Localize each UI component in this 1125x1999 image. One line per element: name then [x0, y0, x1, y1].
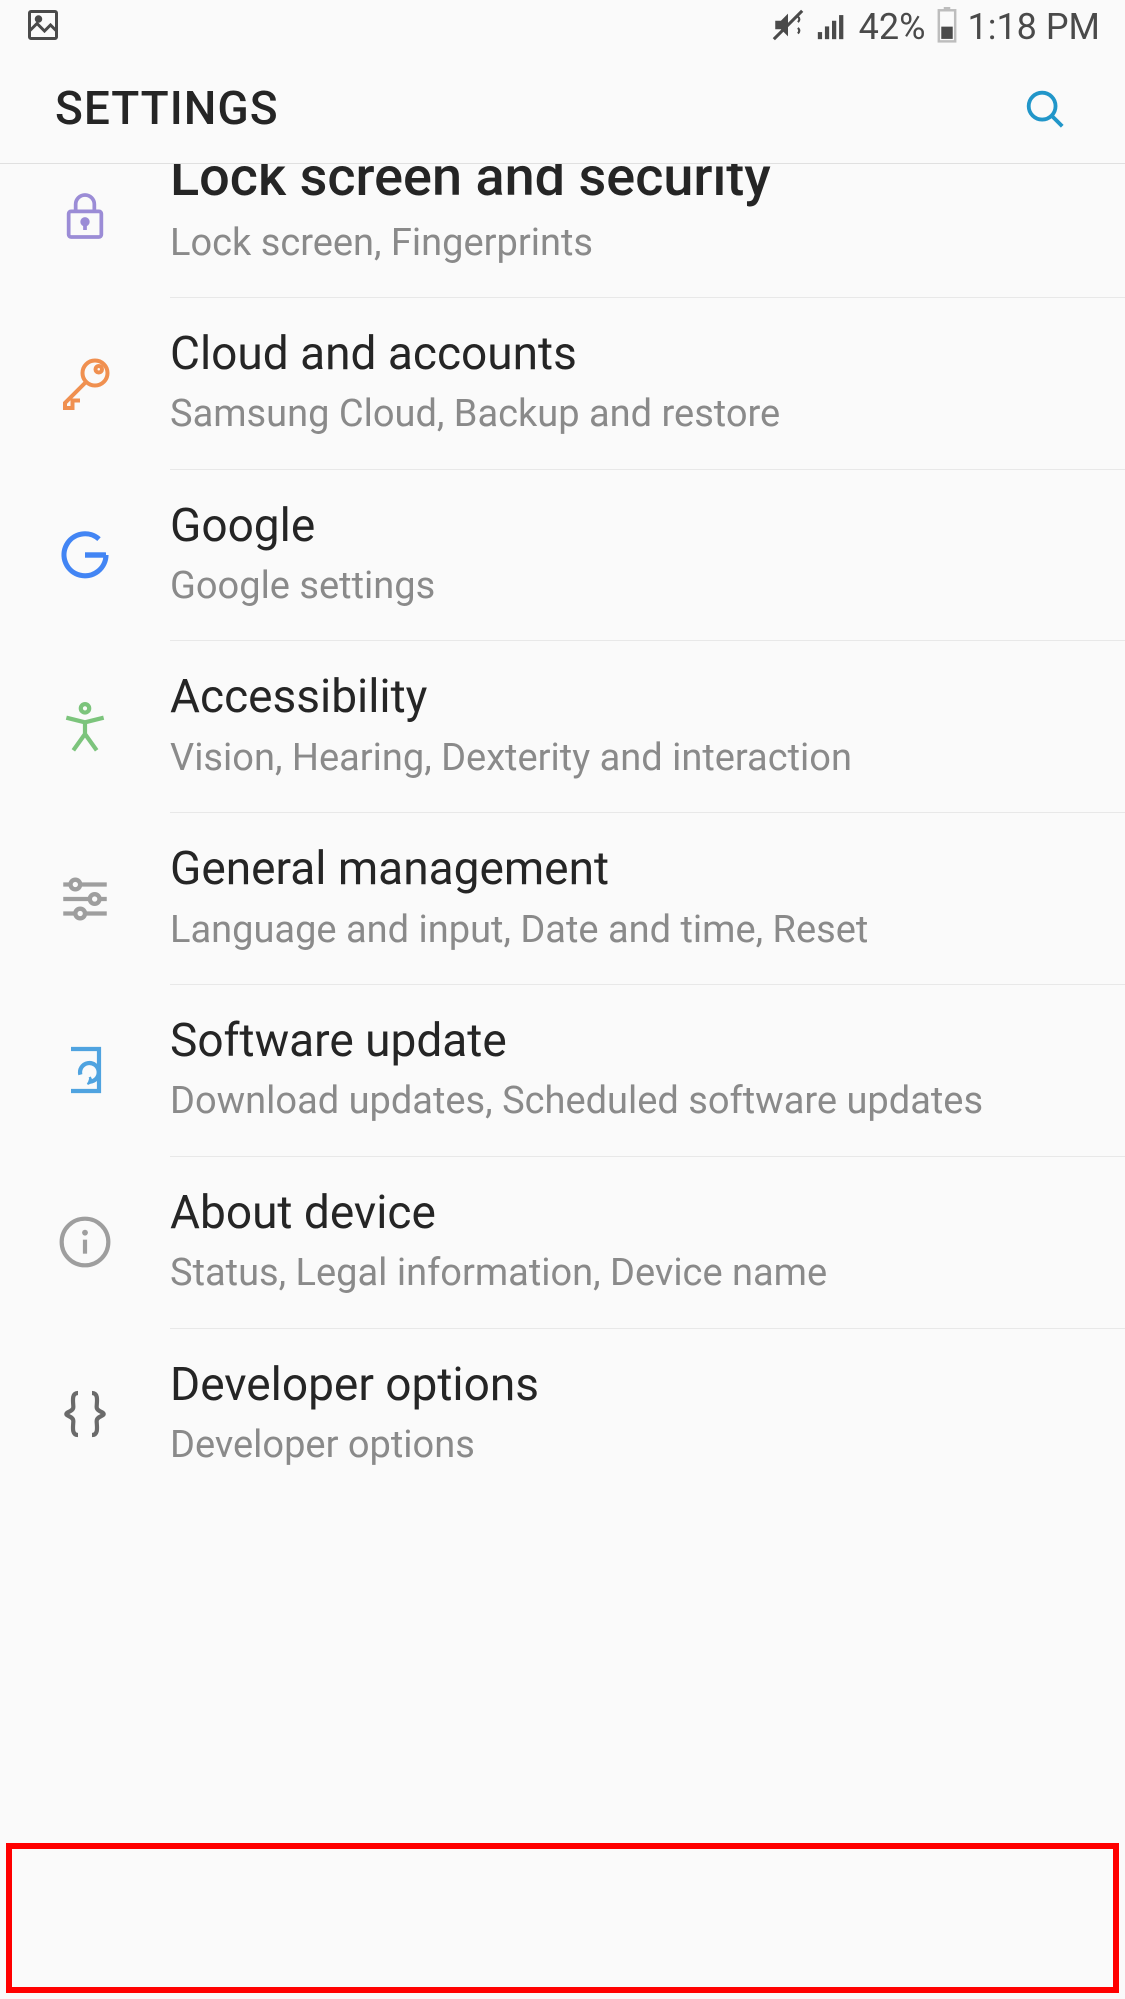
settings-item-accessibility[interactable]: Accessibility Vision, Hearing, Dexterity…	[0, 641, 1125, 812]
item-title: Developer options	[170, 1357, 1095, 1415]
app-header: SETTINGS	[0, 54, 1125, 164]
item-subtitle: Status, Legal information, Device name	[170, 1248, 1095, 1299]
settings-list: Lock screen and security Lock screen, Fi…	[0, 164, 1125, 1499]
item-subtitle: Download updates, Scheduled software upd…	[170, 1076, 1095, 1127]
accessibility-icon	[0, 699, 170, 755]
settings-item-google[interactable]: Google Google settings	[0, 470, 1125, 641]
item-subtitle: Samsung Cloud, Backup and restore	[170, 389, 1095, 440]
item-title: General management	[170, 841, 1095, 899]
settings-item-about-device[interactable]: About device Status, Legal information, …	[0, 1157, 1125, 1328]
search-button[interactable]	[1020, 84, 1070, 134]
mute-vibrate-icon	[771, 8, 805, 46]
item-subtitle: Language and input, Date and time, Reset	[170, 905, 1095, 956]
settings-item-lock-screen[interactable]: Lock screen and security Lock screen, Fi…	[0, 164, 1125, 297]
item-title: About device	[170, 1185, 1095, 1243]
battery-icon	[936, 7, 958, 47]
item-title: Cloud and accounts	[170, 326, 1095, 384]
item-title: Lock screen and security	[170, 164, 1095, 212]
search-icon	[1022, 86, 1068, 132]
settings-item-developer-options[interactable]: Developer options Developer options	[0, 1329, 1125, 1500]
item-title: Accessibility	[170, 669, 1095, 727]
picture-icon	[25, 7, 61, 47]
battery-percent: 42%	[859, 6, 926, 48]
lock-icon	[0, 188, 170, 244]
status-left	[25, 7, 61, 47]
item-subtitle: Developer options	[170, 1420, 1095, 1471]
item-title: Software update	[170, 1013, 1095, 1071]
item-subtitle: Google settings	[170, 561, 1095, 612]
braces-icon	[0, 1386, 170, 1442]
highlight-annotation	[6, 1843, 1119, 1993]
status-right: 42% 1:18 PM	[771, 6, 1100, 48]
item-subtitle: Vision, Hearing, Dexterity and interacti…	[170, 733, 1095, 784]
sliders-icon	[0, 870, 170, 928]
page-title: SETTINGS	[55, 82, 279, 136]
signal-icon	[815, 8, 849, 46]
status-bar: 42% 1:18 PM	[0, 0, 1125, 54]
settings-item-cloud-accounts[interactable]: Cloud and accounts Samsung Cloud, Backup…	[0, 298, 1125, 469]
item-title: Google	[170, 498, 1095, 556]
google-icon	[0, 527, 170, 583]
info-icon	[0, 1214, 170, 1270]
update-icon	[0, 1042, 170, 1098]
settings-item-software-update[interactable]: Software update Download updates, Schedu…	[0, 985, 1125, 1156]
clock-time: 1:18 PM	[968, 6, 1101, 48]
key-icon	[0, 353, 170, 413]
settings-item-general-management[interactable]: General management Language and input, D…	[0, 813, 1125, 984]
item-subtitle: Lock screen, Fingerprints	[170, 218, 1095, 269]
